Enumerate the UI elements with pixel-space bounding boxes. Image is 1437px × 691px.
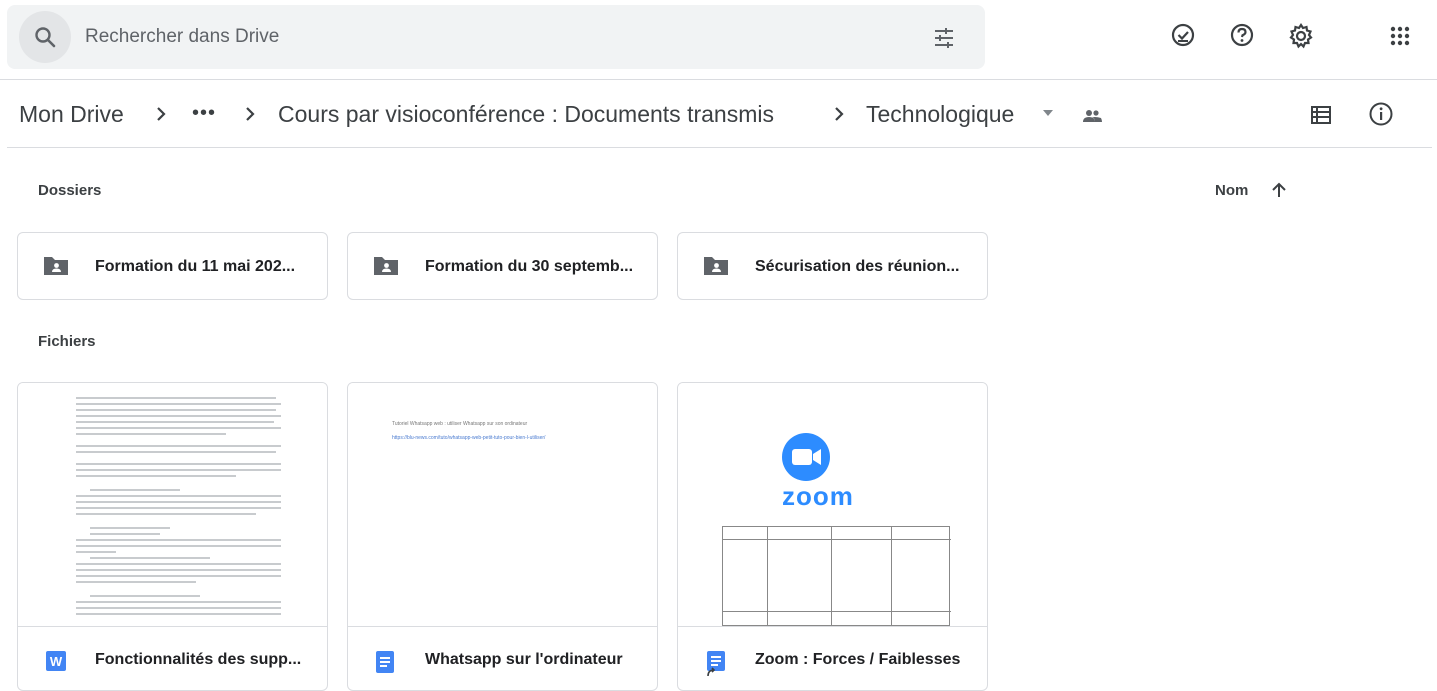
search-box[interactable]	[7, 5, 985, 69]
file-name: Fonctionnalités des supp...	[95, 651, 302, 668]
zoom-wordmark: zoom	[782, 481, 854, 511]
word-file-icon: W	[46, 651, 66, 671]
settings-icon[interactable]	[1287, 22, 1315, 50]
folder-card[interactable]: Sécurisation des réunion...	[677, 232, 988, 300]
sort-by-name-button[interactable]: Nom	[1215, 182, 1286, 199]
shared-folder-icon	[704, 257, 728, 275]
top-bar	[0, 0, 1437, 80]
search-button[interactable]	[19, 11, 71, 63]
chevron-right-icon	[246, 107, 255, 121]
folders-section-title: Dossiers	[38, 182, 102, 199]
docs-shortcut-icon	[707, 651, 725, 677]
file-thumbnail	[18, 383, 327, 627]
file-card[interactable]: Tutoriel Whatsapp web : utiliser Whatsap…	[347, 382, 658, 691]
breadcrumb-parent[interactable]: Cours par visioconférence : Documents tr…	[278, 100, 774, 128]
apps-grid-icon[interactable]	[1389, 25, 1411, 47]
help-icon[interactable]	[1229, 22, 1255, 48]
docs-file-icon	[376, 651, 394, 673]
thumbnail-link: https://blu-news.com/tuto/whatsapp-web-p…	[392, 435, 546, 441]
shared-folder-icon	[44, 257, 68, 275]
list-view-icon[interactable]	[1310, 104, 1332, 126]
breadcrumb: Mon Drive ••• Cours par visioconférence …	[7, 80, 1432, 148]
file-card[interactable]: W Fonctionnalités des supp...	[17, 382, 328, 691]
shared-people-icon	[1083, 110, 1102, 122]
breadcrumb-current[interactable]: Technologique	[866, 100, 1014, 128]
info-icon[interactable]	[1368, 101, 1394, 127]
search-input[interactable]	[85, 19, 905, 55]
chevron-right-icon	[835, 107, 844, 121]
folder-name: Sécurisation des réunion...	[755, 258, 960, 275]
caret-down-icon[interactable]	[1042, 108, 1054, 118]
folder-name: Formation du 30 septemb...	[425, 258, 634, 275]
chevron-right-icon	[157, 107, 166, 121]
folder-name: Formation du 11 mai 202...	[95, 258, 296, 275]
zoom-logo-icon	[782, 433, 830, 481]
folder-card[interactable]: Formation du 30 septemb...	[347, 232, 658, 300]
shared-folder-icon	[374, 257, 398, 275]
file-thumbnail: zoom	[678, 383, 987, 627]
file-card[interactable]: zoom Zoom : Forces / Faiblesses	[677, 382, 988, 691]
breadcrumb-ellipsis[interactable]: •••	[192, 102, 216, 125]
file-name: Zoom : Forces / Faiblesses	[755, 651, 961, 668]
breadcrumb-root[interactable]: Mon Drive	[19, 100, 124, 128]
thumbnail-table	[722, 526, 951, 626]
folder-card[interactable]: Formation du 11 mai 202...	[17, 232, 328, 300]
search-icon	[35, 27, 56, 48]
file-thumbnail: Tutoriel Whatsapp web : utiliser Whatsap…	[348, 383, 657, 627]
file-name: Whatsapp sur l'ordinateur	[425, 651, 623, 668]
svg-text:W: W	[50, 654, 63, 669]
offline-ready-icon[interactable]	[1170, 22, 1196, 48]
sort-label: Nom	[1215, 182, 1249, 199]
tune-icon[interactable]	[932, 26, 956, 50]
arrow-up-icon	[1272, 182, 1286, 197]
thumbnail-title: Tutoriel Whatsapp web : utiliser Whatsap…	[392, 421, 528, 427]
files-section-title: Fichiers	[38, 333, 96, 350]
